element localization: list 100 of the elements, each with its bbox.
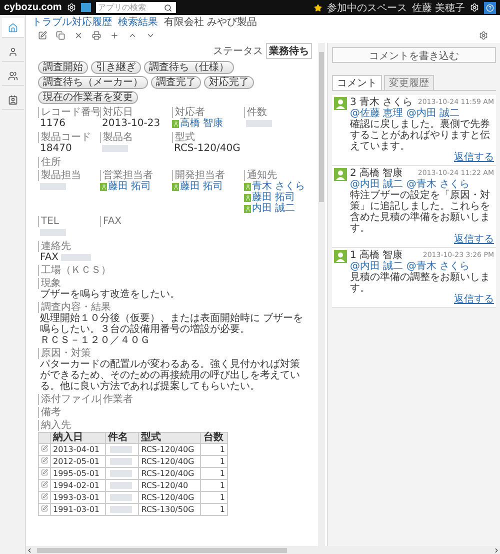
action-button[interactable]: 対応完了 — [204, 76, 254, 89]
column-header: 型式 — [138, 432, 201, 444]
horizontal-scrollbar[interactable] — [26, 546, 500, 554]
blurred-text — [60, 254, 91, 261]
field-label: 製品担当 — [38, 170, 81, 181]
app-icon[interactable] — [80, 3, 91, 12]
field-text: ＲＣＳ－１２０／４０Ｇ — [39, 335, 150, 346]
table-cell: 1993-03-01 — [50, 492, 106, 504]
blurred-text — [110, 482, 132, 489]
breadcrumb-link[interactable]: 検索結果 — [118, 14, 158, 28]
star-icon[interactable] — [314, 4, 322, 12]
field-text: ブザーを鳴らす改造をしたい。 — [39, 289, 180, 300]
user-link[interactable]: 高橋 智康 — [172, 118, 224, 129]
reply-link[interactable]: 返信する — [454, 234, 494, 245]
field-label: 型式 — [172, 132, 195, 143]
table-cell: 1995-05-01 — [50, 468, 106, 480]
tab[interactable]: 変更履歴 — [384, 75, 434, 90]
table-cell: 1 — [200, 468, 228, 480]
field-text: パターカードの配置ルが変わるある。強く見付かれば対策ができるため、そのための再接続用の呼び出しを考えている。他に良い方法であれば提案してもらいたい。 — [39, 359, 301, 392]
user-link[interactable]: 青木 さくら — [244, 181, 306, 192]
field-label: 連絡先 — [38, 241, 71, 252]
action-button[interactable]: 調査開始 — [38, 61, 88, 74]
write-comment-button[interactable]: コメントを書き込む — [332, 47, 496, 63]
scroll-left-icon[interactable] — [26, 546, 33, 554]
mention-link[interactable]: @佐藤 恵理 @内田 誠二 — [350, 108, 494, 119]
user-icon — [172, 120, 178, 126]
contact-card-icon — [8, 94, 18, 104]
user-link[interactable]: 藤田 拓司 — [244, 192, 296, 203]
field-label: 納入先 — [38, 420, 71, 431]
field-label: TEL — [38, 216, 59, 227]
field-label: 製品コード — [38, 132, 91, 143]
edit-icon[interactable] — [41, 457, 48, 464]
comment-text: 見積の準備の調整をお願いします。 — [350, 272, 491, 294]
breadcrumb-link[interactable]: トラブル対応履歴 — [32, 14, 112, 28]
chevron-down-icon[interactable] — [146, 31, 155, 40]
blurred-text — [110, 506, 132, 513]
table-cell: RCS-120/40G — [138, 456, 201, 468]
logo: cybozu.com — [4, 2, 62, 13]
table-cell: 2012-05-01 — [50, 456, 106, 468]
mention-link[interactable]: @内田 誠二 @青木 さくら — [350, 261, 494, 272]
blurred-text — [40, 229, 66, 236]
table-cell: 2013-04-01 — [50, 444, 106, 456]
action-button[interactable]: 現在の作業者を変更 — [38, 91, 138, 104]
delete-icon[interactable] — [74, 31, 83, 40]
user-link[interactable]: 内田 誠二 — [244, 203, 296, 214]
user-icon — [244, 184, 250, 190]
edit-icon[interactable] — [41, 445, 48, 452]
reply-link[interactable]: 返信する — [454, 152, 494, 163]
help-button[interactable] — [484, 2, 496, 14]
status-dropdown[interactable]: 業務待ち — [266, 43, 312, 59]
edit-icon[interactable] — [41, 481, 48, 488]
comment-author: 3 青木 さくら — [350, 97, 413, 108]
edit-icon[interactable] — [41, 493, 48, 500]
user-icon — [100, 184, 106, 190]
blurred-text — [110, 494, 132, 501]
nav-item[interactable] — [2, 18, 24, 38]
search-field[interactable]: アプリの検索 — [96, 2, 176, 13]
edit-icon[interactable] — [41, 505, 48, 512]
field-label: 開発担当者 — [172, 170, 225, 181]
user-link[interactable]: 藤田 拓司 — [100, 181, 152, 192]
action-button[interactable]: 引き継ぎ — [91, 61, 141, 74]
table-cell: RCS-120/40G — [138, 444, 201, 456]
field-label: レコード番号 — [38, 107, 101, 118]
field-label: 対応者 — [172, 107, 205, 118]
user-icon — [172, 184, 178, 190]
field-label: 原因・対策 — [38, 348, 91, 359]
action-button[interactable]: 調査待ち（仕様） — [144, 61, 234, 74]
action-button[interactable]: 調査待ち（メーカー） — [38, 76, 148, 89]
reply-link[interactable]: 返信する — [454, 294, 494, 305]
chevron-up-icon[interactable] — [128, 31, 137, 40]
scroll-right-icon[interactable] — [493, 546, 500, 554]
edit-icon[interactable] — [41, 469, 48, 476]
vertical-scrollbar[interactable] — [318, 43, 325, 546]
field-label: 工場（ＫＣＳ） — [38, 265, 111, 276]
copy-icon[interactable] — [56, 31, 65, 40]
field-label: 作業者 — [100, 394, 133, 405]
blurred-text — [246, 120, 272, 127]
field-label: 件数 — [244, 107, 267, 118]
field-label: FAX — [100, 216, 122, 227]
plus-icon[interactable] — [110, 31, 119, 40]
search-icon[interactable] — [164, 4, 172, 12]
blurred-text — [102, 145, 128, 152]
action-button[interactable]: 調査完了 — [151, 76, 201, 89]
column-header: 台数 — [200, 432, 228, 444]
printer-icon[interactable] — [92, 31, 101, 40]
edit-icon[interactable] — [38, 31, 47, 40]
user-menu[interactable]: 佐藤 美穂子 — [412, 0, 465, 14]
field-value: 1176 — [39, 118, 66, 129]
table-cell: 1 — [200, 480, 228, 492]
mention-link[interactable]: @内田 誠二 @青木 さくら — [350, 179, 494, 190]
field-label: 営業担当者 — [100, 170, 153, 181]
field-text: 処理開始１０分後（仮要）、または表面開始時に ブザーを鳴らしたい。３台の設備用番号の増設が必要。 — [39, 313, 304, 335]
space-menu[interactable]: 参加中のスペース — [326, 0, 407, 14]
field-value: FAX — [39, 252, 59, 263]
user-link[interactable]: 藤田 拓司 — [172, 181, 224, 192]
table-cell: 1 — [200, 456, 228, 468]
tab[interactable]: コメント — [332, 75, 382, 90]
blurred-text — [110, 458, 132, 465]
people-icon — [8, 70, 18, 80]
blurred-text — [110, 446, 132, 453]
